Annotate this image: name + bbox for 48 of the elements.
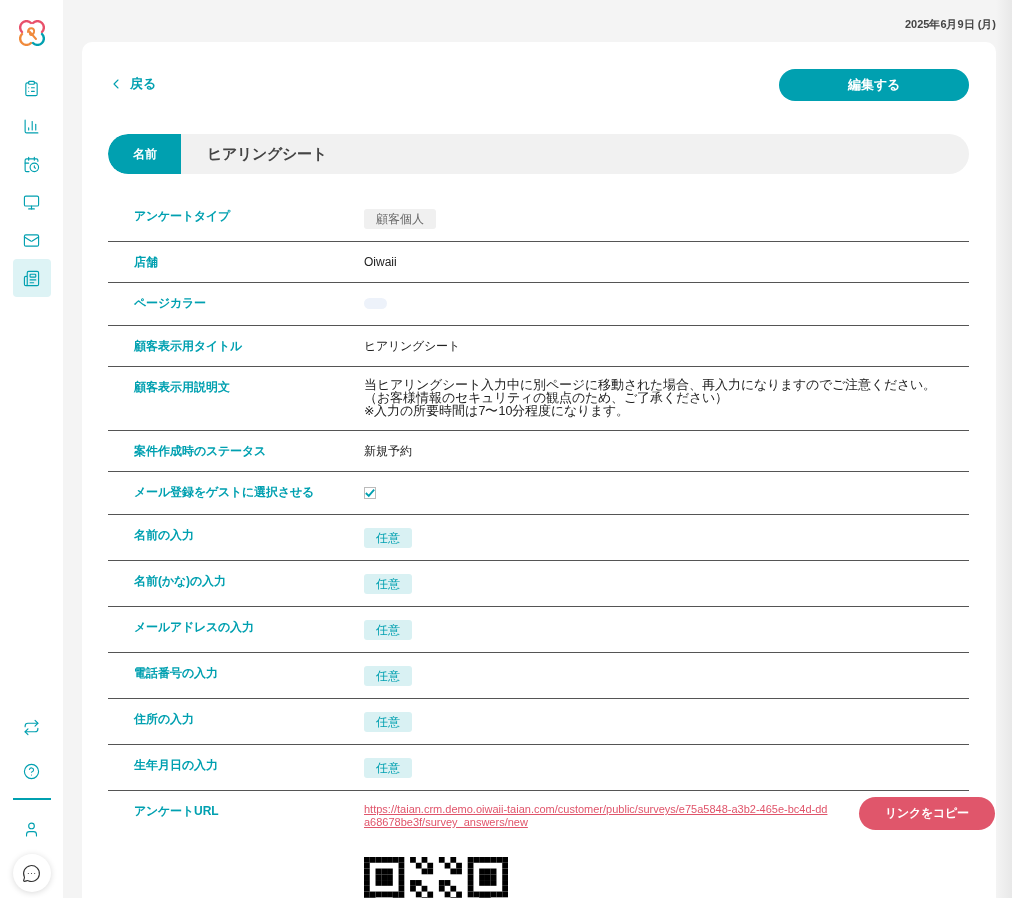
name-label: 名前: [108, 134, 181, 174]
description-text: （お客様情報のセキュリティの観点のため、ご了承ください）: [364, 392, 729, 405]
name-value: ヒアリングシート: [207, 144, 327, 164]
field-value: 新規予約: [364, 444, 412, 458]
field-label: ページカラー: [134, 295, 207, 312]
sync-icon: [23, 718, 40, 736]
type-tag: 顧客個人: [364, 209, 436, 229]
field-label: 電話番号の入力: [134, 665, 219, 682]
monitor-icon: [23, 193, 40, 211]
field-label: アンケートタイプ: [134, 208, 232, 225]
field-value: Oiwaii: [364, 255, 397, 269]
document-icon: [23, 269, 40, 287]
field-label: 顧客表示用説明文: [134, 379, 231, 396]
checkbox[interactable]: [364, 487, 376, 499]
sidebar-item[interactable]: [12, 259, 51, 297]
mail-icon: [23, 231, 40, 249]
clipboard-icon: [23, 79, 40, 97]
copy-link-button[interactable]: リンクをコピー: [859, 797, 995, 830]
field-label: 名前の入力: [134, 527, 195, 544]
field-label: 名前(かな)の入力: [134, 573, 227, 590]
back-link[interactable]: 戻る: [108, 75, 156, 93]
field-label: メール登録をゲストに選択させる: [134, 484, 315, 501]
field-label: 住所の入力: [134, 711, 195, 728]
field-label: 案件作成時のステータス: [134, 443, 267, 459]
optional-tag: 任意: [364, 620, 412, 640]
field-label: メールアドレスの入力: [134, 619, 255, 636]
description-text: ※入力の所要時間は7〜10分程度になります。: [364, 405, 631, 418]
calendar-icon: [23, 155, 40, 173]
chat-button[interactable]: [12, 854, 51, 892]
optional-tag: 任意: [364, 758, 412, 778]
field-value: ヒアリングシート: [364, 339, 460, 353]
user-icon: [23, 820, 40, 838]
chart-icon: [23, 117, 40, 135]
survey-url-link[interactable]: https://taian.crm.demo.oiwaii-taian.com/customer/public/surveys/e75a5848-a3b2-465e-bc4d-dda68678be3f/survey_answers/new: [364, 803, 829, 829]
field-label: アンケートURL: [134, 803, 220, 820]
help-icon: [23, 762, 40, 780]
date-text: 2025年6月9日 (月): [904, 17, 996, 32]
field-label: 顧客表示用タイトル: [134, 338, 243, 354]
edit-button[interactable]: 編集する: [779, 69, 969, 101]
logo-icon: [18, 20, 45, 46]
optional-tag: 任意: [364, 712, 412, 732]
chat-icon: [22, 863, 41, 883]
field-label: 生年月日の入力: [134, 757, 219, 774]
description-text: 当ヒアリングシート入力中に別ページに移動された場合、再入力になりますのでご注意ください。: [364, 379, 937, 392]
optional-tag: 任意: [364, 666, 412, 686]
optional-tag: 任意: [364, 574, 412, 594]
optional-tag: 任意: [364, 528, 412, 548]
field-label: 店舗: [134, 254, 159, 270]
